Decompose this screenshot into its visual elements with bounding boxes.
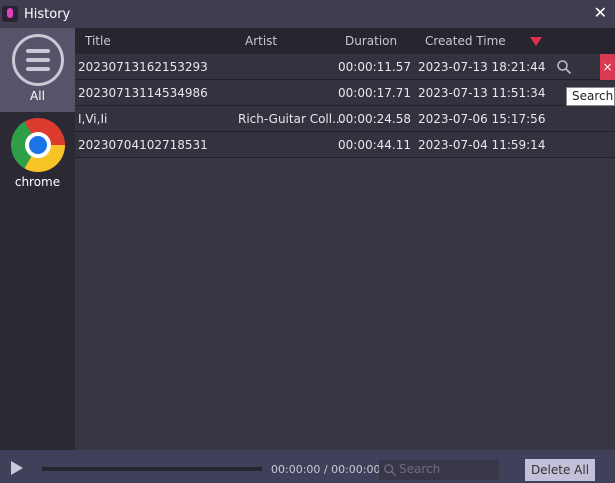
app-microphone-icon <box>2 6 18 22</box>
time-display: 00:00:00 / 00:00:00 <box>271 463 381 476</box>
search-icon <box>384 464 397 477</box>
cell-duration: 00:00:17.71 <box>338 86 411 100</box>
search-icon[interactable] <box>556 59 572 75</box>
sidebar: All chrome <box>0 28 75 450</box>
close-icon[interactable]: ✕ <box>594 3 607 22</box>
table-row[interactable]: I,Vi,Ii Rich-Guitar Coll... 00:00:24.58 … <box>75 106 615 132</box>
table-row[interactable]: 20230704102718531 00:00:44.11 2023-07-04… <box>75 132 615 158</box>
list-icon <box>11 34 64 86</box>
cell-duration: 00:00:24.58 <box>338 112 411 126</box>
sidebar-item-all[interactable]: All <box>0 28 75 112</box>
column-artist[interactable]: Artist <box>245 34 277 48</box>
search-tooltip: Search <box>566 87 615 106</box>
cell-title: I,Vi,Ii <box>78 112 108 126</box>
sidebar-item-label: All <box>30 89 45 103</box>
progress-slider[interactable] <box>42 467 262 471</box>
cell-created-time: 2023-07-06 15:17:56 <box>418 112 546 126</box>
delete-row-button[interactable]: × <box>600 54 615 80</box>
title-bar: History ✕ <box>0 0 615 28</box>
sort-descending-icon[interactable] <box>530 37 542 46</box>
cell-duration: 00:00:44.11 <box>338 138 411 152</box>
cell-duration: 00:00:11.57 <box>338 60 411 74</box>
search-placeholder: Search <box>399 462 441 476</box>
cell-artist: Rich-Guitar Coll... <box>238 112 344 126</box>
search-input[interactable]: Search <box>379 460 499 480</box>
cell-title: 20230713162153293 <box>78 60 208 74</box>
delete-all-button[interactable]: Delete All <box>525 459 595 481</box>
cell-created-time: 2023-07-04 11:59:14 <box>418 138 546 152</box>
sidebar-item-label: chrome <box>14 175 61 189</box>
chrome-icon <box>10 118 65 172</box>
cell-created-time: 2023-07-13 11:51:34 <box>418 86 546 100</box>
window-title: History <box>24 6 71 22</box>
cell-created-time: 2023-07-13 18:21:44 <box>418 60 546 74</box>
column-created-time[interactable]: Created Time <box>425 34 506 48</box>
cell-title: 20230713114534986 <box>78 86 208 100</box>
play-icon[interactable] <box>11 461 23 475</box>
column-duration[interactable]: Duration <box>345 34 397 48</box>
column-title[interactable]: Title <box>85 34 111 48</box>
table-row[interactable]: 20230713162153293 00:00:11.57 2023-07-13… <box>75 54 615 80</box>
table-header: Title Artist Duration Created Time <box>75 28 615 54</box>
cell-title: 20230704102718531 <box>78 138 208 152</box>
table-row[interactable]: 20230713114534986 00:00:17.71 2023-07-13… <box>75 80 615 106</box>
player-bar: 00:00:00 / 00:00:00 Search Delete All <box>0 450 615 483</box>
sidebar-item-chrome[interactable]: chrome <box>0 112 75 196</box>
